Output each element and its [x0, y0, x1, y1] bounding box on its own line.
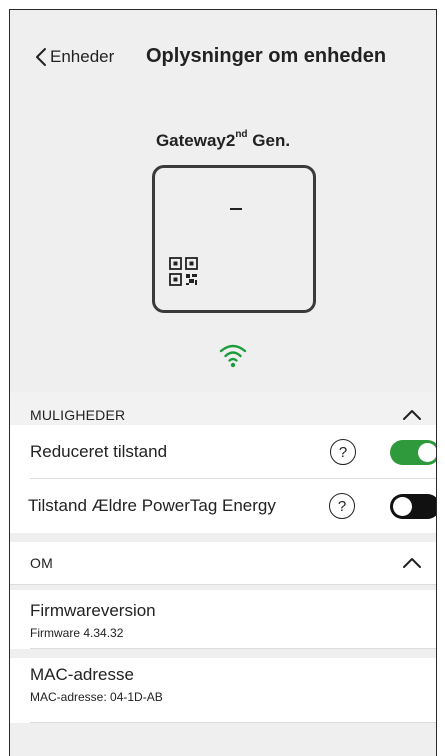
toggle-knob — [418, 442, 436, 462]
info-value: MAC-adresse: 04-1D-AB — [30, 690, 163, 704]
reduced-mode-toggle[interactable] — [390, 439, 436, 465]
back-button[interactable]: Enheder — [34, 46, 114, 68]
chevron-left-icon — [36, 48, 46, 66]
section-about-title: OM — [30, 555, 53, 571]
device-name: Gateway2nd Gen. — [155, 129, 291, 150]
toggle-knob — [393, 496, 412, 516]
chevron-up-icon — [403, 558, 421, 568]
divider — [30, 648, 436, 649]
info-row-firmware: Firmwareversion Firmware 4.34.32 — [10, 590, 436, 649]
option-label: Reduceret tilstand — [30, 442, 168, 461]
section-about-header[interactable]: OM — [10, 542, 436, 584]
wifi-icon — [219, 344, 247, 368]
device-illustration — [152, 165, 316, 313]
info-label: Firmwareversion — [30, 601, 156, 620]
legacy-powertag-toggle[interactable] — [390, 493, 436, 519]
help-icon[interactable]: ? — [329, 493, 355, 519]
app-frame: Enheder Oplysninger om enheden Gateway2n… — [9, 9, 437, 756]
bottom-area — [10, 723, 436, 756]
help-icon[interactable]: ? — [330, 439, 356, 465]
back-label: Enheder — [50, 47, 115, 66]
device-area: Gateway2nd Gen. — [10, 102, 436, 392]
page-title: Oplysninger om enheden — [146, 45, 387, 67]
info-label: MAC-adresse — [30, 665, 134, 684]
info-row-mac: MAC-adresse MAC-adresse: 04-1D-AB — [10, 658, 436, 723]
divider — [10, 584, 436, 585]
qr-code-icon — [169, 257, 198, 286]
chevron-up-icon — [403, 409, 421, 420]
info-value: Firmware 4.34.32 — [30, 626, 124, 640]
header: Enheder Oplysninger om enheden — [10, 10, 436, 102]
section-options-title: MULIGHEDER — [30, 406, 126, 423]
device-display — [230, 208, 242, 210]
option-row-legacy-powertag: Tilstand Ældre PowerTag Energy ? — [10, 479, 436, 533]
option-label: Tilstand Ældre PowerTag Energy — [28, 496, 276, 515]
option-row-reduced-mode: Reduceret tilstand ? — [10, 425, 436, 479]
